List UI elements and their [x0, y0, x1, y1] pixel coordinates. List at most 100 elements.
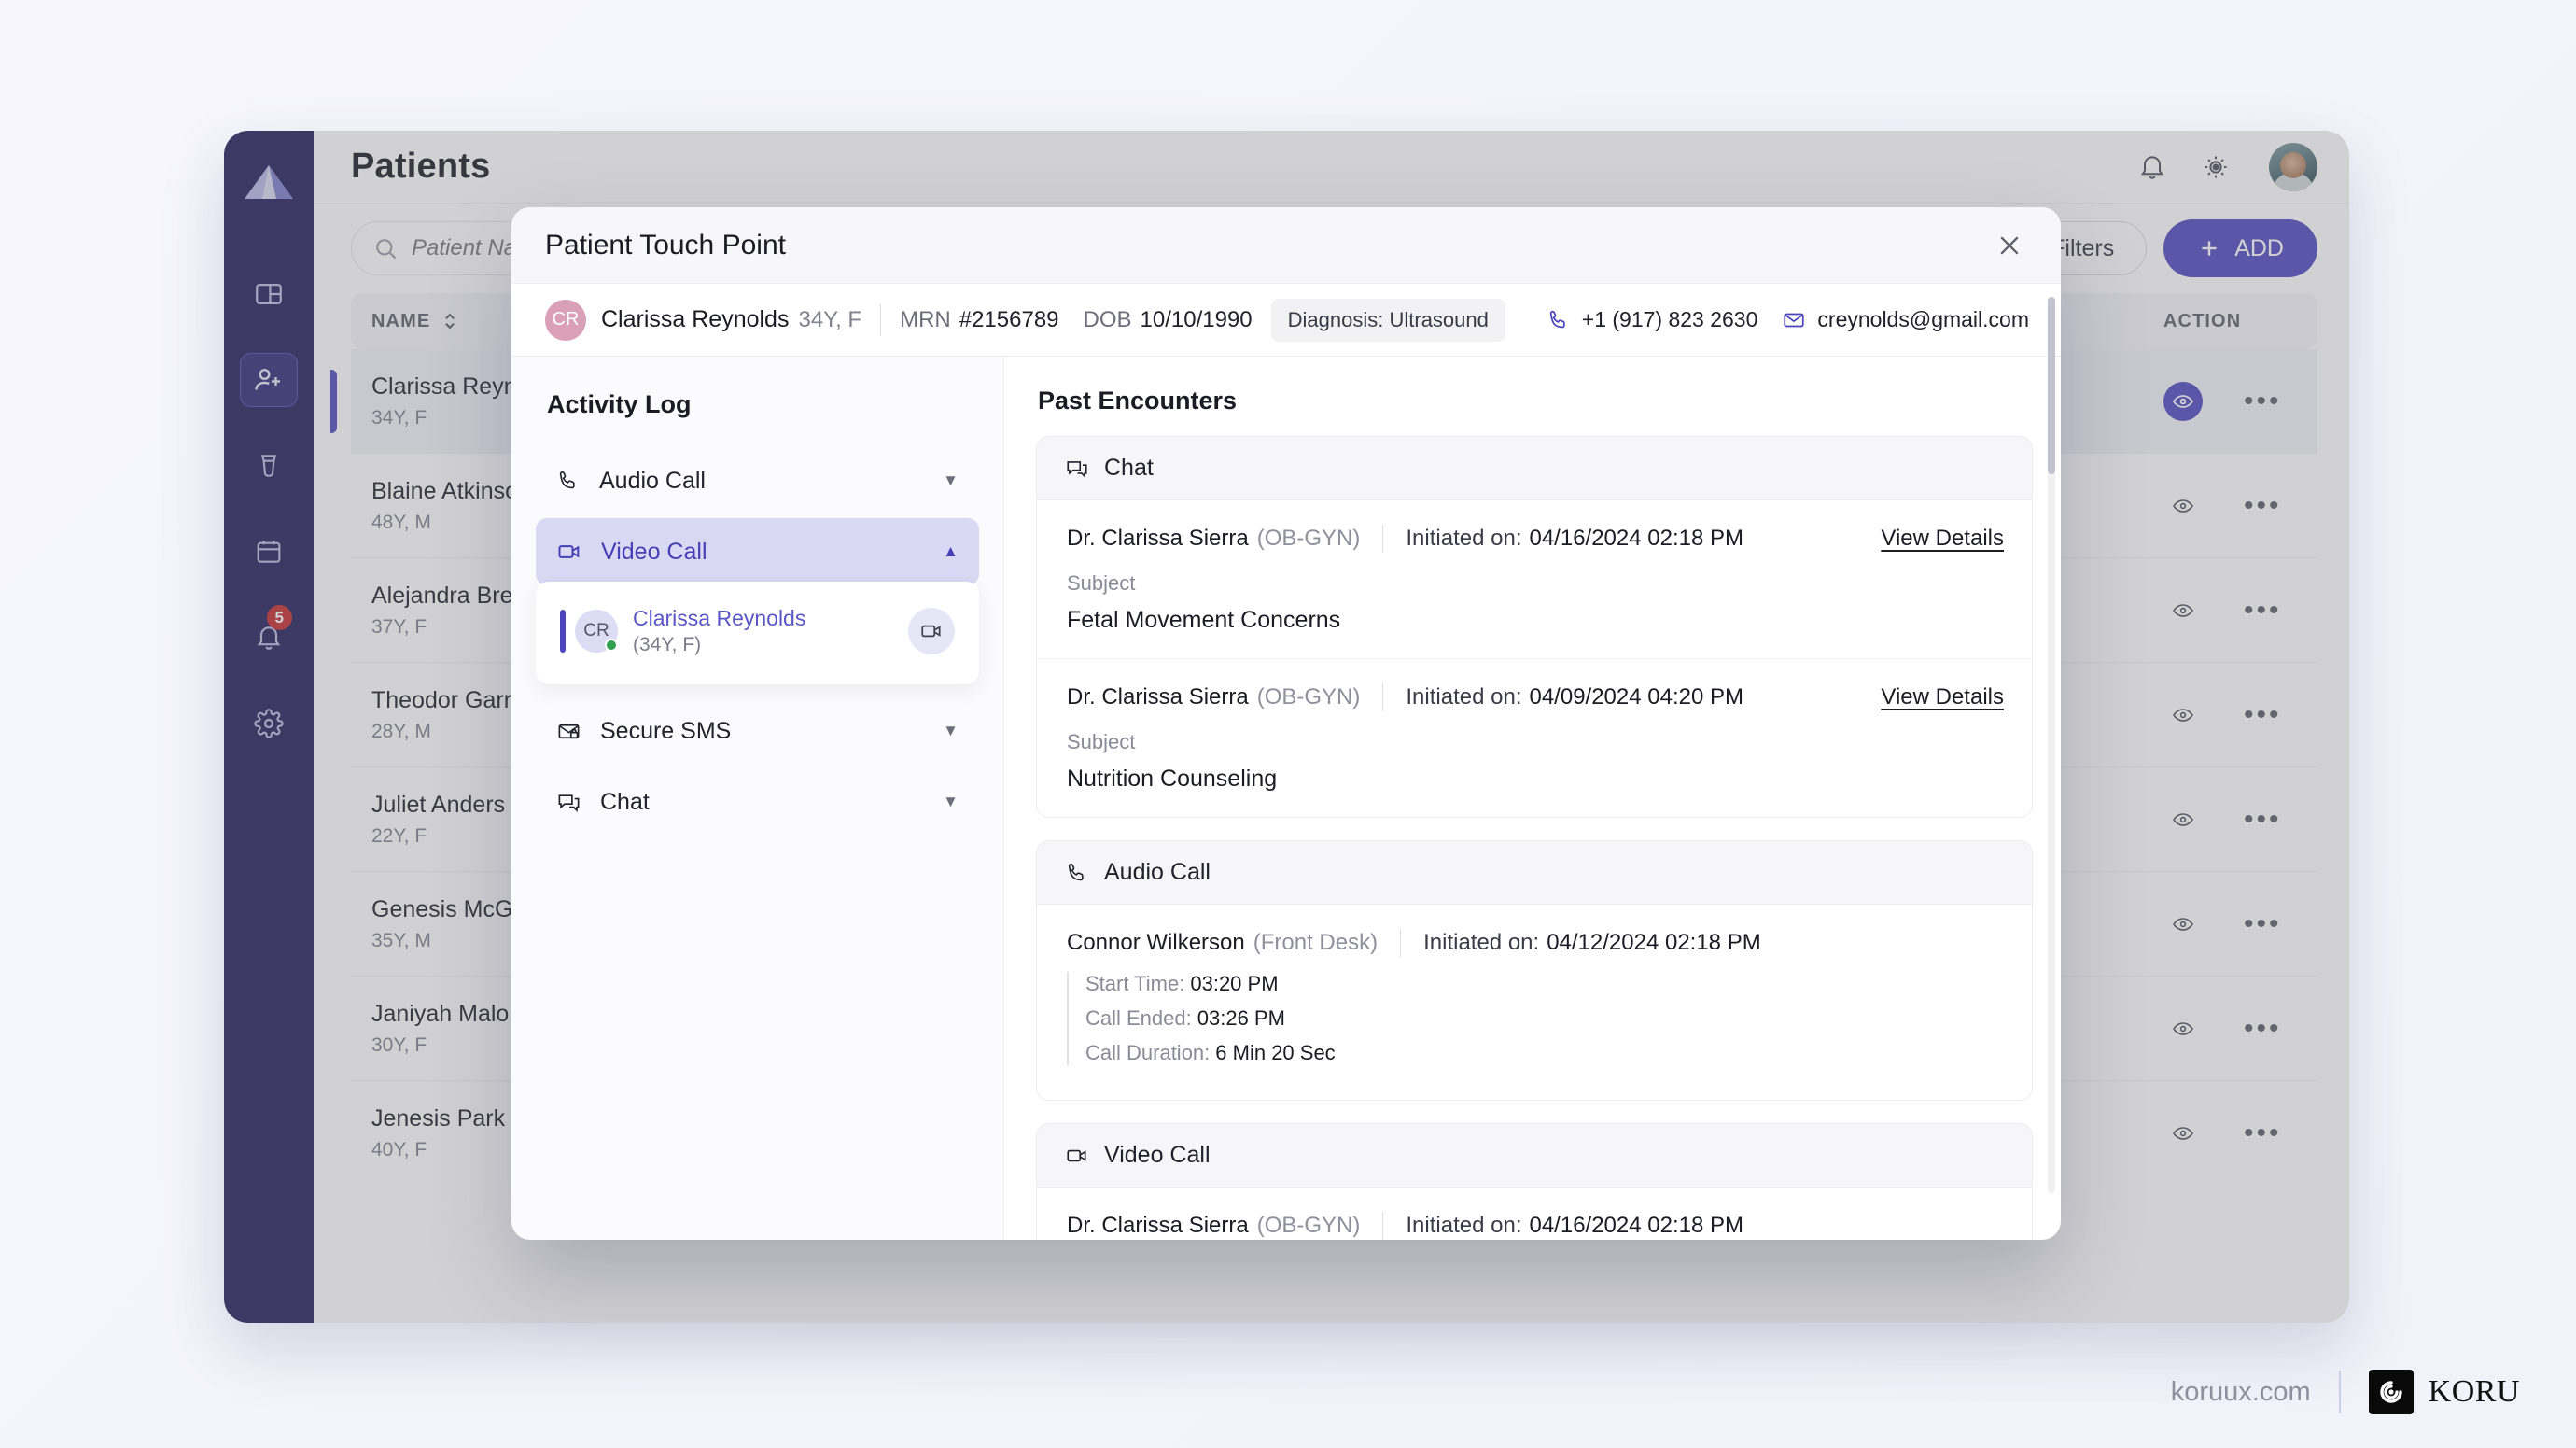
encounter-item: Dr. Clarissa Sierra (OB-GYN) Initiated o…	[1037, 500, 2032, 658]
modal-title: Patient Touch Point	[545, 230, 786, 261]
page-title: Patients	[351, 147, 490, 187]
brand-footer: koruux.com KORU	[2171, 1370, 2520, 1414]
patient-mrn-label: MRN	[900, 307, 951, 333]
sidebar-item-dashboard[interactable]	[240, 267, 298, 321]
divider	[1382, 525, 1383, 553]
view-icon[interactable]	[2163, 1114, 2203, 1153]
sidebar-item-calendar[interactable]	[240, 525, 298, 579]
encounter-card-header: Chat	[1037, 437, 2032, 500]
activity-log-panel: Activity Log Audio Call ▼	[511, 357, 1004, 1240]
row-action-cell: •••	[2163, 1114, 2297, 1153]
view-details-link[interactable]: View Details	[1881, 526, 2004, 552]
brand-url: koruux.com	[2171, 1377, 2311, 1408]
row-menu-icon[interactable]: •••	[2244, 919, 2282, 930]
patient-phone[interactable]: +1 (917) 823 2630	[1547, 307, 1758, 332]
koru-mark-icon	[2369, 1370, 2414, 1414]
sidebar-item-notifications[interactable]: 5	[240, 611, 298, 665]
activity-group-label: Video Call	[601, 539, 707, 566]
row-menu-icon[interactable]: •••	[2244, 1128, 2282, 1139]
row-menu-icon[interactable]: •••	[2244, 710, 2282, 721]
view-icon[interactable]	[2163, 1009, 2203, 1048]
patient-age-sex: 34Y, F	[798, 307, 861, 333]
close-icon[interactable]	[1990, 226, 2029, 265]
encounter-time-row: Call Ended: 03:26 PM	[1085, 1006, 2004, 1031]
row-menu-icon[interactable]: •••	[2244, 1023, 2282, 1034]
encounter-item: Dr. Clarissa Sierra (OB-GYN) Initiated o…	[1037, 658, 2032, 817]
scrollbar-thumb[interactable]	[2048, 297, 2055, 474]
encounter-subject-label: Subject	[1067, 571, 2004, 596]
encounter-doctor-role: (Front Desk)	[1253, 930, 1378, 956]
encounter-card-header: Video Call	[1037, 1124, 2032, 1188]
patient-dob-label: DOB	[1084, 307, 1132, 333]
chat-icon	[1065, 457, 1089, 481]
row-action-cell: •••	[2163, 800, 2297, 839]
contact-name: Clarissa Reynolds	[633, 606, 805, 631]
patient-touch-point-modal: Patient Touch Point CR Clarissa Reynolds…	[511, 207, 2061, 1240]
row-action-cell: •••	[2163, 382, 2297, 421]
bell-icon[interactable]	[2129, 144, 2176, 190]
phone-icon	[1547, 308, 1571, 332]
view-icon[interactable]	[2163, 382, 2203, 421]
contact-avatar: CR	[575, 610, 618, 653]
row-menu-icon[interactable]: •••	[2244, 814, 2282, 825]
koru-logo-icon	[240, 155, 298, 213]
divider	[1382, 1212, 1383, 1240]
encounter-doctor: Connor Wilkerson	[1067, 930, 1245, 956]
phone-icon	[556, 469, 581, 493]
chat-icon	[556, 790, 581, 815]
activity-group-secure-sms: Secure SMS ▼	[536, 697, 979, 765]
activity-group-header[interactable]: Audio Call ▼	[536, 447, 979, 514]
sidebar-item-patients[interactable]	[240, 353, 298, 407]
encounter-initiated-label: Initiated on:	[1406, 1213, 1521, 1239]
chevron-down-icon[interactable]: ▼	[943, 722, 959, 740]
chevron-down-icon[interactable]: ▼	[943, 471, 959, 490]
encounter-subject-label: Subject	[1067, 730, 2004, 754]
activity-group-header[interactable]: Chat ▼	[536, 768, 979, 836]
row-action-cell: •••	[2163, 486, 2297, 526]
sidebar-item-settings[interactable]	[240, 696, 298, 751]
encounter-card-type: Chat	[1104, 455, 1154, 482]
encounter-initiated-value: 04/16/2024 02:18 PM	[1529, 1213, 1743, 1239]
user-avatar[interactable]	[2269, 143, 2317, 191]
time-key: Start Time:	[1085, 972, 1184, 996]
time-key: Call Ended:	[1085, 1006, 1192, 1031]
notification-badge: 5	[267, 605, 292, 630]
activity-contact-item[interactable]: CR Clarissa Reynolds (34Y, F)	[554, 597, 960, 666]
row-menu-icon[interactable]: •••	[2244, 500, 2282, 512]
row-menu-icon[interactable]: •••	[2244, 605, 2282, 616]
activity-group-header[interactable]: Secure SMS ▼	[536, 697, 979, 765]
encounter-doctor: Dr. Clarissa Sierra	[1067, 1213, 1249, 1239]
add-button[interactable]: ADD	[2163, 219, 2317, 277]
view-details-link[interactable]: View Details	[1881, 684, 2004, 710]
view-icon[interactable]	[2163, 486, 2203, 526]
view-icon[interactable]	[2163, 696, 2203, 735]
chevron-down-icon[interactable]: ▼	[943, 793, 959, 811]
view-icon[interactable]	[2163, 591, 2203, 630]
row-action-cell: •••	[2163, 1009, 2297, 1048]
patient-avatar: CR	[545, 300, 586, 341]
top-bar: Patients	[314, 131, 2349, 204]
row-menu-icon[interactable]: •••	[2244, 396, 2282, 407]
chevron-up-icon[interactable]: ▲	[943, 542, 959, 561]
divider	[1382, 683, 1383, 711]
time-value: 03:20 PM	[1190, 972, 1278, 996]
activity-group-panel: CR Clarissa Reynolds (34Y, F)	[536, 582, 979, 684]
patient-email[interactable]: creynolds@gmail.com	[1782, 307, 2029, 332]
encounter-initiated-value: 04/09/2024 04:20 PM	[1529, 684, 1743, 710]
view-icon[interactable]	[2163, 800, 2203, 839]
patient-mrn-value: #2156789	[959, 307, 1059, 333]
encounter-meta-line: Dr. Clarissa Sierra (OB-GYN) Initiated o…	[1067, 1212, 2004, 1240]
activity-group-label: Audio Call	[599, 468, 706, 495]
video-icon[interactable]	[908, 608, 955, 654]
patient-dob-value: 10/10/1990	[1141, 307, 1253, 333]
modal-scrollbar[interactable]	[2048, 297, 2055, 1193]
sidebar-item-labs[interactable]	[240, 439, 298, 493]
view-icon[interactable]	[2163, 905, 2203, 944]
gear-icon[interactable]	[2192, 144, 2239, 190]
sort-icon[interactable]	[441, 311, 458, 331]
patient-summary-bar: CR Clarissa Reynolds 34Y, F MRN #2156789…	[511, 284, 2061, 357]
time-key: Call Duration:	[1085, 1041, 1210, 1065]
brand-logo: KORU	[2369, 1370, 2520, 1414]
screen-root: 5 Patients	[0, 0, 2576, 1448]
activity-group-header[interactable]: Video Call ▲	[536, 518, 979, 585]
